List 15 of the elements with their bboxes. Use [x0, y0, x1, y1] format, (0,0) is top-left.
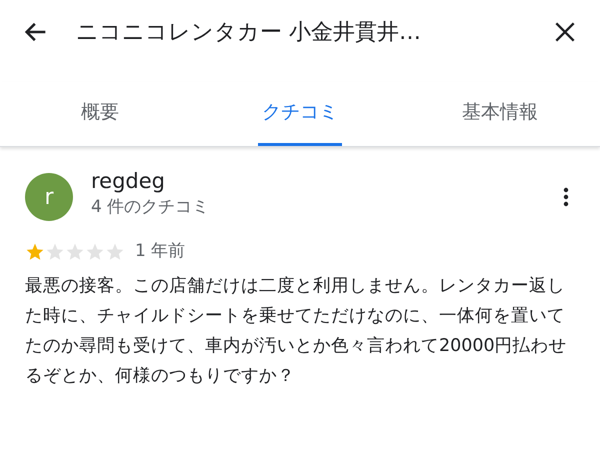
tab[interactable]: クチコミ	[200, 82, 400, 146]
author-name: regdeg	[91, 168, 166, 195]
page-title: ニコニコレンタカー 小金井貫井…	[76, 18, 422, 46]
star-icon	[45, 242, 65, 262]
star-icon	[25, 242, 45, 262]
avatar: r	[25, 173, 73, 221]
tab[interactable]: 基本情報	[400, 82, 600, 146]
star-icon	[85, 242, 105, 262]
review-text: 最悪の接客。この店舗だけは二度と利用しません。レンタカー返した時に、チャイルドシートを乗せてただけなのに、一体何を置いてたのか尋問も受けて、車内が汚いとか色々言われて20000円払わせるぞとか、何様のつもりですか？	[25, 274, 568, 388]
review-count: 4 件のクチコミ	[91, 196, 210, 219]
star-icon	[65, 242, 85, 262]
more-options-icon[interactable]	[563, 187, 569, 207]
review-time: 1 年前	[135, 240, 186, 263]
tab[interactable]: 概要	[0, 82, 200, 146]
star-icon	[105, 242, 125, 262]
